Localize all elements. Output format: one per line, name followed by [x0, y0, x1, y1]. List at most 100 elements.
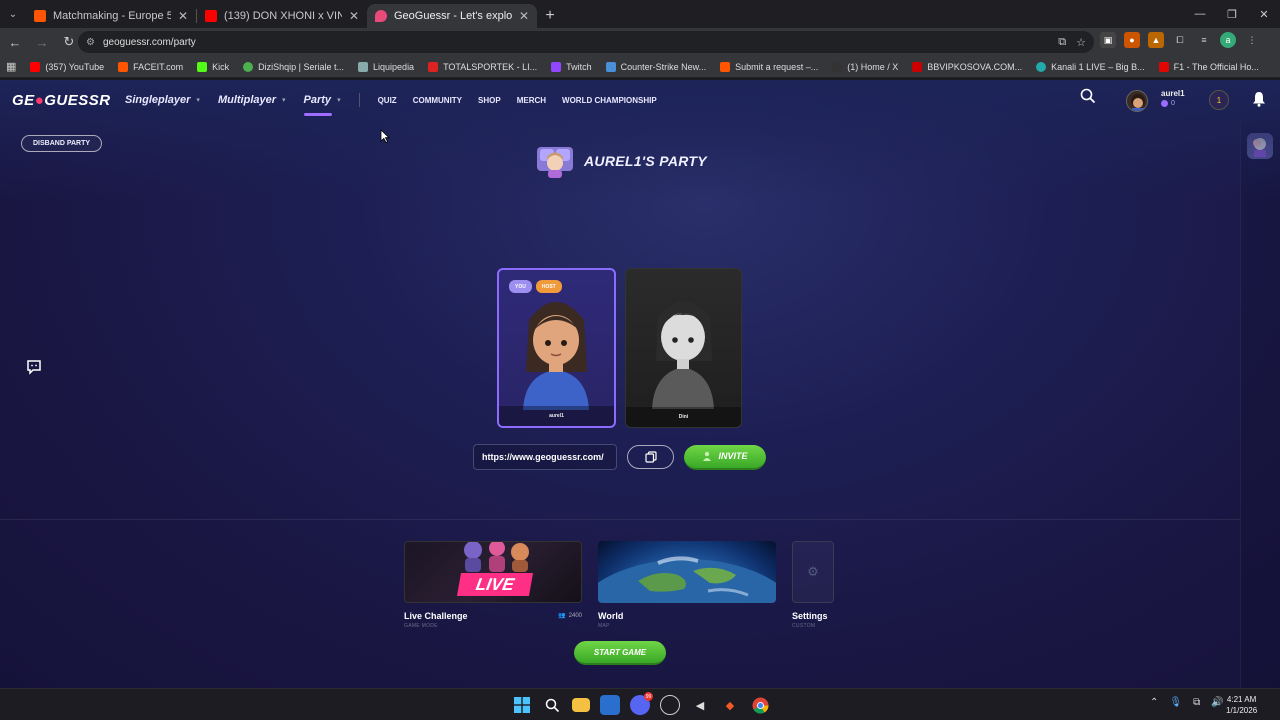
- microsoft-store-icon[interactable]: [600, 695, 620, 715]
- copy-link-button[interactable]: [627, 445, 674, 469]
- browser-tab-faceit[interactable]: Matchmaking - Europe 5v5 Qu ✕: [26, 4, 196, 28]
- brave-icon[interactable]: ◆: [720, 695, 740, 715]
- close-tab-icon[interactable]: ✕: [519, 9, 529, 23]
- bookmark-dizishqip[interactable]: DiziShqip | Seriale t...: [243, 61, 344, 72]
- extensions-puzzle-icon[interactable]: ⧠: [1172, 32, 1188, 48]
- bookmark-twitch[interactable]: Twitch: [551, 61, 592, 72]
- bookmarks-bar: ▦ (357) YouTube FACEIT.com Kick DiziShqi…: [0, 56, 1280, 78]
- member-name: Dini: [626, 407, 741, 427]
- close-tab-icon[interactable]: ✕: [178, 9, 188, 23]
- bookmark-liquipedia[interactable]: Liquipedia: [358, 61, 415, 72]
- tab-title: Matchmaking - Europe 5v5 Qu: [53, 10, 171, 22]
- restore-icon[interactable]: ❐: [1216, 0, 1248, 28]
- bookmark-totalsportek[interactable]: TOTALSPORTEK - LI...: [428, 61, 537, 72]
- tab-search-icon[interactable]: ⌄: [0, 0, 26, 28]
- file-explorer-icon[interactable]: [572, 698, 590, 712]
- windows-start-icon[interactable]: [512, 695, 532, 715]
- browser-tab-geoguessr[interactable]: GeoGuessr - Let's explore the w ✕: [367, 4, 537, 28]
- username: aurel1: [1161, 89, 1185, 98]
- bookmark-label: Liquipedia: [373, 61, 415, 72]
- discord-icon[interactable]: 99: [630, 692, 653, 715]
- faceit-app-icon[interactable]: ◀: [690, 695, 710, 715]
- chevron-up-icon[interactable]: ⌃: [1150, 697, 1158, 708]
- chat-icon[interactable]: [25, 358, 43, 376]
- game-mode-live-challenge[interactable]: LIVE Live Challenge GAME MODE 👥 2400: [404, 541, 582, 629]
- friend-avatar-icon: [1253, 138, 1266, 157]
- nav-party[interactable]: Party ▾: [303, 94, 341, 116]
- taskbar-search-icon[interactable]: [542, 695, 562, 715]
- volume-icon[interactable]: 🔊: [1211, 697, 1223, 708]
- nav-shop[interactable]: SHOP: [478, 96, 501, 105]
- extensions-row: ▣ ● ▲ ⧠ ≡ a ⋮: [1100, 32, 1260, 48]
- invite-link-field[interactable]: https://www.geoguessr.com/: [473, 444, 617, 470]
- chrome-icon[interactable]: [750, 695, 770, 715]
- clock[interactable]: 4:21 AM 1/1/2026: [1226, 694, 1257, 716]
- twitch-icon: [551, 61, 562, 72]
- disband-party-button[interactable]: DISBAND PARTY: [21, 135, 103, 152]
- bookmark-star-icon[interactable]: ☆: [1076, 36, 1086, 49]
- install-app-icon[interactable]: ⧉: [1058, 36, 1066, 49]
- players-value: 2400: [568, 612, 582, 619]
- live-challenge-thumbnail: LIVE: [404, 541, 582, 603]
- omnibox-actions: ⧉ ☆: [1058, 31, 1086, 53]
- site-info-icon[interactable]: ⚙: [86, 37, 95, 48]
- bookmark-submit-request[interactable]: Submit a request –...: [720, 61, 818, 72]
- url-text: geoguessr.com/party: [102, 36, 196, 48]
- nav-label: Party: [303, 94, 332, 106]
- back-icon[interactable]: ←: [3, 30, 27, 54]
- url-input[interactable]: ⚙ geoguessr.com/party ⧉ ☆: [78, 31, 1094, 53]
- faceit-icon: [118, 61, 129, 72]
- profile-avatar-icon[interactable]: a: [1220, 32, 1236, 48]
- member-card-dini[interactable]: Dini: [625, 268, 742, 428]
- start-game-button[interactable]: START GAME: [574, 641, 666, 665]
- bell-icon[interactable]: [1252, 91, 1266, 107]
- bookmark-faceit[interactable]: FACEIT.com: [118, 61, 183, 72]
- browser-menu-icon[interactable]: ⋮: [1244, 32, 1260, 48]
- bookmark-kanali1[interactable]: Kanali 1 LIVE – Big B...: [1036, 61, 1145, 72]
- nav-multiplayer[interactable]: Multiplayer ▾: [218, 94, 286, 106]
- address-bar-row: ← → ↻ ⚙ geoguessr.com/party ⧉ ☆ ▣ ● ▲ ⧠ …: [0, 28, 1280, 56]
- network-icon[interactable]: ⧉: [1193, 697, 1200, 708]
- invite-row: https://www.geoguessr.com/ INVITE: [473, 444, 766, 470]
- bookmark-f1[interactable]: F1 - The Official Ho...: [1158, 61, 1259, 72]
- bookmark-youtube[interactable]: (357) YouTube: [30, 61, 105, 72]
- level-badge[interactable]: 1: [1209, 90, 1229, 110]
- apps-grid-icon[interactable]: ▦: [6, 60, 16, 73]
- dizishqip-icon: [243, 61, 254, 72]
- map-world[interactable]: World MAP: [598, 541, 776, 629]
- nav-quiz[interactable]: QUIZ: [378, 96, 397, 105]
- minimize-icon[interactable]: —: [1184, 0, 1216, 28]
- bookmark-bbvipkosova[interactable]: BBVIPKOSOVA.COM...: [912, 61, 1022, 72]
- users-icon: 👥: [558, 613, 566, 619]
- bookmark-label: (357) YouTube: [45, 61, 105, 72]
- new-tab-button[interactable]: +: [537, 4, 563, 28]
- geoguessr-logo[interactable]: GE●GUESSR: [12, 92, 111, 109]
- microphone-icon[interactable]: 🎙: [1169, 697, 1182, 708]
- game-settings-custom[interactable]: ⚙ Settings CUSTOM: [792, 541, 834, 629]
- bookmark-x[interactable]: (1) Home / X: [832, 61, 898, 72]
- nav-merch[interactable]: MERCH: [517, 96, 546, 105]
- browser-tab-bar: ⌄ Matchmaking - Europe 5v5 Qu ✕ (139) DO…: [0, 0, 1280, 28]
- bookmark-counter-strike[interactable]: Counter-Strike New...: [605, 61, 706, 72]
- extension-icon[interactable]: ▣: [1100, 32, 1116, 48]
- bookmark-kick[interactable]: Kick: [197, 61, 229, 72]
- extension-icon[interactable]: ●: [1124, 32, 1140, 48]
- steam-icon[interactable]: [660, 695, 680, 715]
- close-window-icon[interactable]: ✕: [1248, 0, 1280, 28]
- user-avatar[interactable]: [1126, 90, 1148, 112]
- nav-community[interactable]: COMMUNITY: [413, 96, 462, 105]
- friend-avatar[interactable]: [1247, 133, 1273, 159]
- forward-icon[interactable]: →: [30, 30, 54, 54]
- extension-icon[interactable]: ▲: [1148, 32, 1164, 48]
- avatar-face-icon: [1131, 94, 1145, 111]
- member-card-self[interactable]: YOU HOST aurel1: [497, 268, 616, 428]
- nav-singleplayer[interactable]: Singleplayer ▾: [125, 94, 200, 106]
- search-icon[interactable]: [1080, 88, 1096, 104]
- tab-groups-icon[interactable]: ≡: [1196, 32, 1212, 48]
- players-count: 👥 2400: [558, 612, 582, 620]
- browser-tab-youtube[interactable]: (139) DON XHONI x VINZ x STE ✕: [197, 4, 367, 28]
- geoguessr-page: GE●GUESSR Singleplayer ▾ Multiplayer ▾ Par…: [0, 80, 1280, 688]
- nav-world-championship[interactable]: WORLD CHAMPIONSHIP: [562, 96, 657, 105]
- close-tab-icon[interactable]: ✕: [349, 9, 359, 23]
- invite-button[interactable]: INVITE: [684, 444, 766, 470]
